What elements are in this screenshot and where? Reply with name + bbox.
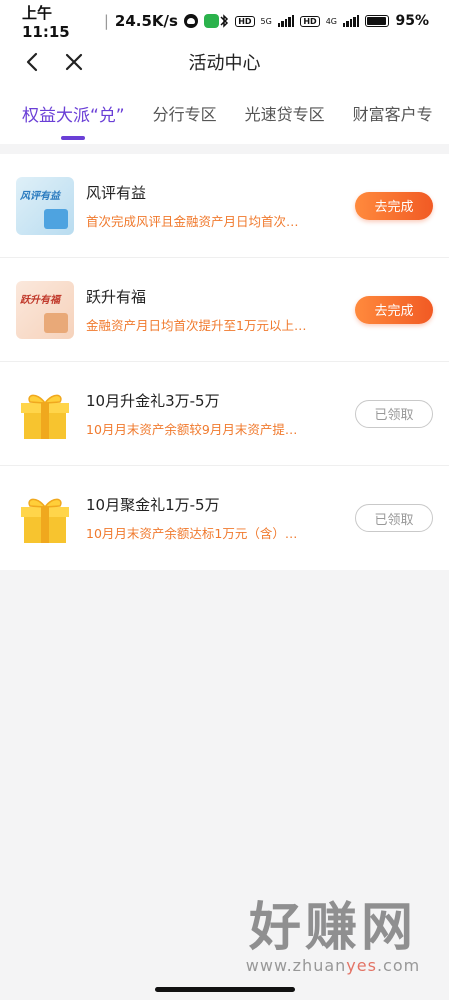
tab-label: 财富客户专 xyxy=(352,105,433,124)
watermark-title: 好赚网 xyxy=(248,898,417,958)
close-icon xyxy=(65,53,83,71)
list-item: 10月升金礼3万-5万 10月月末资产余额较9月月末资产提升3万 已领取 xyxy=(0,362,449,466)
network-speed: 24.5K/s xyxy=(114,12,178,30)
signal-icon-2 xyxy=(342,15,360,27)
tab-bar: 权益大派“兑” 分行专区 光速贷专区 财富客户专 xyxy=(0,82,449,144)
tab-label: 分行专区 xyxy=(152,105,217,124)
network-type-4g: 4G xyxy=(325,16,337,26)
hd-badge: HD xyxy=(235,15,255,27)
claimed-button[interactable]: 已领取 xyxy=(355,504,433,532)
item-title: 10月聚金礼1万-5万 xyxy=(86,496,220,514)
watermark-url-pre: www.zhuan xyxy=(245,956,347,975)
claimed-button[interactable]: 已领取 xyxy=(355,399,433,428)
complete-button[interactable]: 去完成 xyxy=(355,295,433,324)
tab-label: 光速贷专区 xyxy=(244,105,325,124)
thumb-label: 风评有益 xyxy=(20,190,60,202)
wechat-icon xyxy=(203,14,220,28)
watermark-url-post: .com xyxy=(376,956,421,975)
list-item: 风评有益 风评有益 首次完成风评且金融资产月日均首次达标1万元 去完成 xyxy=(0,154,449,258)
tab-rights[interactable]: 权益大派“兑” xyxy=(22,101,125,140)
hd-badge-2: HD xyxy=(300,15,320,27)
tab-fast-loan[interactable]: 光速贷专区 xyxy=(245,101,325,125)
risk-assessment-image: 风评有益 xyxy=(16,176,74,235)
gift-icon xyxy=(16,385,74,443)
item-description: 10月月末资产余额达标1万元（含）以上 xyxy=(86,526,308,541)
divider xyxy=(0,144,449,154)
item-description: 金融资产月日均首次提升至1万元以上可领取 xyxy=(86,317,308,333)
tab-label: 权益大派“兑” xyxy=(22,105,125,126)
chevron-left-icon xyxy=(26,52,38,72)
item-description: 10月月末资产余额较9月月末资产提升3万 xyxy=(86,421,308,437)
item-title: 跃升有福 xyxy=(86,287,147,306)
item-title: 风评有益 xyxy=(86,183,147,202)
watermark-url: www.zhuanyes.com xyxy=(233,956,433,975)
item-description: 首次完成风评且金融资产月日均首次达标1万元 xyxy=(86,213,308,229)
watermark-url-highlight: yes xyxy=(346,956,377,975)
watermark: 好赚网 www.zhuanyes.com xyxy=(233,900,433,975)
thumb-label: 跃升有福 xyxy=(20,294,60,306)
signal-icon xyxy=(277,15,295,27)
list-item: 10月聚金礼1万-5万 10月月末资产余额达标1万元（含）以上 已领取 xyxy=(0,466,449,570)
tab-active-indicator xyxy=(61,135,86,140)
battery-percent: 95% xyxy=(395,13,429,29)
nav-bar: 活动中心 xyxy=(0,42,449,82)
app-header: 上午11:15 | 24.5K/s HD 5G HD 4G 95% 活动中心 权… xyxy=(0,0,449,144)
item-title: 10月升金礼3万-5万 xyxy=(86,391,220,410)
list-item: 跃升有福 跃升有福 金融资产月日均首次提升至1万元以上可领取 去完成 xyxy=(0,258,449,362)
gift-box-icon xyxy=(44,312,68,333)
tab-wealth[interactable]: 财富客户专 xyxy=(353,101,433,125)
status-separator: | xyxy=(103,12,109,30)
status-time: 上午11:15 xyxy=(22,3,70,41)
gift-icon xyxy=(16,489,74,547)
complete-button[interactable]: 去完成 xyxy=(355,191,433,220)
status-bar: 上午11:15 | 24.5K/s HD 5G HD 4G 95% xyxy=(0,0,449,42)
battery-icon xyxy=(365,15,390,27)
activity-list: 风评有益 风评有益 首次完成风评且金融资产月日均首次达标1万元 去完成 跃升有福… xyxy=(0,154,449,570)
bluetooth-icon xyxy=(220,14,229,28)
qq-icon xyxy=(183,14,198,28)
upgrade-reward-image: 跃升有福 xyxy=(16,280,74,339)
tab-branch[interactable]: 分行专区 xyxy=(153,101,217,125)
back-button[interactable] xyxy=(18,48,46,76)
gift-box-icon xyxy=(44,208,68,229)
home-indicator[interactable] xyxy=(154,987,295,992)
close-button[interactable] xyxy=(60,48,88,76)
network-type-5g: 5G xyxy=(260,16,272,26)
